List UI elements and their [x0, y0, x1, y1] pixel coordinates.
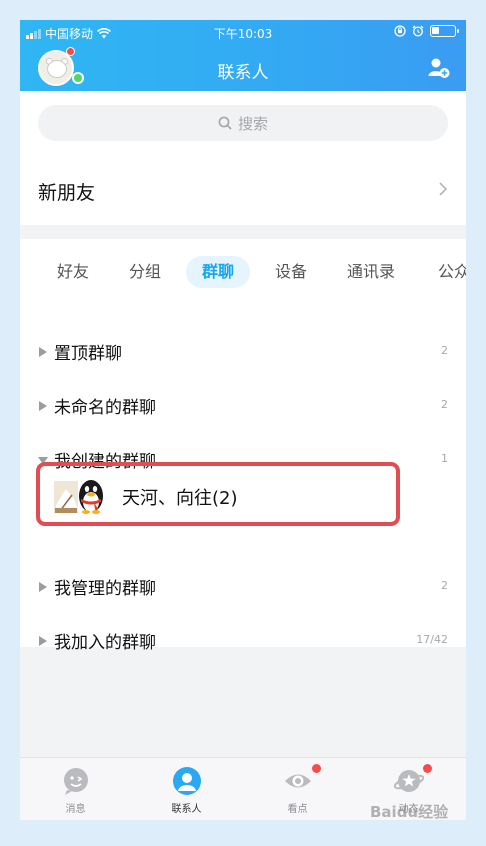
bottom-tab-contacts[interactable]: 联系人: [131, 758, 242, 820]
search-input[interactable]: 搜索: [38, 105, 448, 141]
chevron-right-icon: [439, 182, 448, 196]
group-category-joined[interactable]: 我加入的群聊 17/42: [20, 614, 466, 668]
status-right: [394, 25, 459, 37]
search-area: 搜索: [20, 91, 466, 155]
search-icon: [218, 116, 232, 130]
group-category-pinned[interactable]: 置顶群聊 2: [20, 325, 466, 379]
bottom-tab-messages[interactable]: 消息: [20, 758, 131, 820]
phone-screen: 中国移动 下午10:03 联系人 搜索 新朋友 好友 分组 群聊 设备 通讯录 …: [20, 20, 466, 820]
battery-level: [432, 27, 439, 34]
alarm-icon: [412, 25, 424, 37]
group-category-managed[interactable]: 我管理的群聊 2: [20, 560, 466, 614]
contact-tabs: 好友 分组 群聊 设备 通讯录 公众: [20, 239, 466, 305]
bottom-tab-label: 看点: [287, 804, 308, 815]
header: 中国移动 下午10:03 联系人: [20, 20, 466, 91]
bottom-tab-label: 消息: [65, 804, 86, 815]
tab-group-chats[interactable]: 群聊: [186, 256, 251, 288]
battery-icon: [430, 25, 459, 37]
tab-address-book[interactable]: 通讯录: [347, 256, 395, 288]
group-category-unnamed[interactable]: 未命名的群聊 2: [20, 379, 466, 433]
group-category-count: 2: [441, 579, 448, 592]
notification-badge: [423, 764, 432, 773]
avatar-notification-badge: [66, 47, 75, 56]
collapsed-triangle-icon: [39, 347, 47, 357]
collapsed-triangle-icon: [39, 401, 47, 411]
group-category-name: 我加入的群聊: [54, 633, 156, 653]
new-friends-label: 新朋友: [38, 182, 96, 204]
collapsed-triangle-icon: [39, 582, 47, 592]
group-category-name: 置顶群聊: [54, 344, 122, 364]
status-bar: 中国移动 下午10:03: [20, 20, 466, 46]
collapsed-triangle-icon: [39, 636, 47, 646]
notification-badge: [312, 764, 321, 773]
group-list: 置顶群聊 2 未命名的群聊 2 我创建的群聊 1 天河、向往(2) 我管理的群聊…: [20, 305, 466, 653]
star-planet-icon: [394, 770, 424, 792]
page-title: 联系人: [217, 63, 269, 83]
group-category-name: 未命名的群聊: [54, 398, 156, 418]
tab-friends[interactable]: 好友: [57, 256, 89, 288]
bottom-tab-label: 联系人: [171, 804, 202, 815]
group-category-count: 2: [441, 398, 448, 411]
watch-icon: [285, 774, 311, 788]
message-icon: [64, 768, 88, 795]
tab-groups[interactable]: 分组: [129, 256, 161, 288]
highlight-box: [36, 462, 400, 526]
contacts-icon: [173, 767, 201, 795]
watermark: Baidu经验: [370, 803, 449, 821]
group-category-name: 我管理的群聊: [54, 579, 156, 599]
group-category-count: 2: [441, 344, 448, 357]
group-category-count: 17/42: [416, 633, 448, 646]
tab-devices[interactable]: 设备: [275, 256, 307, 288]
search-placeholder: 搜索: [237, 114, 268, 133]
bottom-tab-watch[interactable]: 看点: [242, 758, 353, 820]
tab-public-accounts[interactable]: 公众: [438, 256, 466, 288]
add-contact-icon[interactable]: [428, 57, 450, 79]
orientation-lock-icon: [394, 25, 406, 37]
new-friends-row[interactable]: 新朋友: [20, 155, 466, 225]
